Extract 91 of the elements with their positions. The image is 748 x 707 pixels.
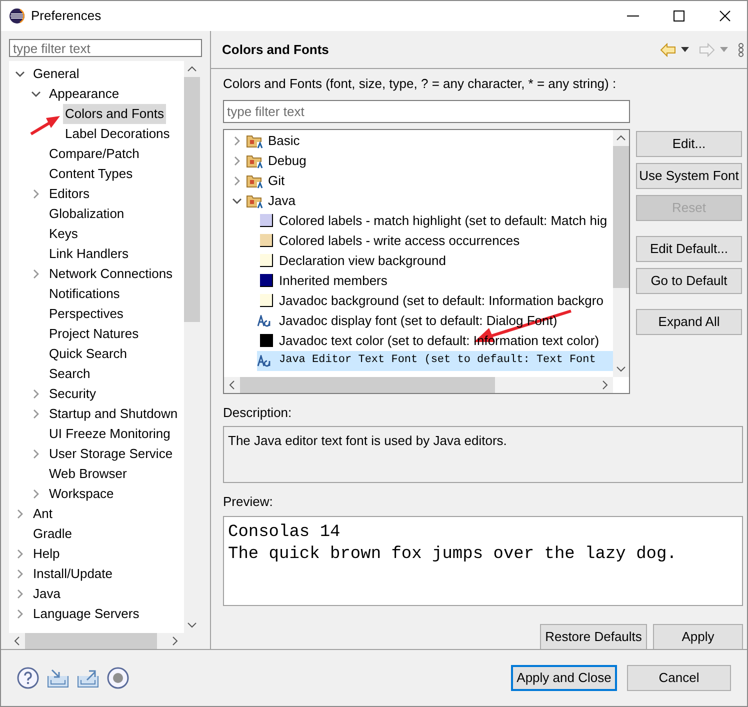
- tree-item[interactable]: Startup and Shutdown: [47, 404, 180, 424]
- expand-icon[interactable]: [31, 409, 41, 419]
- tree-item[interactable]: Perspectives: [47, 304, 126, 324]
- preview-label: Preview:: [223, 493, 274, 511]
- tree-item[interactable]: Network Connections: [47, 264, 175, 284]
- expand-icon[interactable]: [31, 489, 41, 499]
- window-title: Preferences: [31, 7, 102, 26]
- expand-icon[interactable]: [15, 509, 25, 519]
- tree-item[interactable]: Editors: [47, 184, 92, 204]
- action-button[interactable]: Use System Font: [636, 162, 742, 188]
- collapse-icon[interactable]: [15, 69, 25, 79]
- tree-item[interactable]: Java: [31, 584, 62, 604]
- filter-field[interactable]: type filter text: [223, 100, 630, 122]
- restore-defaults-button[interactable]: Restore Defaults: [540, 624, 647, 650]
- page-title: Colors and Fonts: [222, 40, 329, 59]
- tree-item[interactable]: Java Editor Text Font (set to default: Text Font: [257, 350, 613, 370]
- tree-item[interactable]: Java: [224, 190, 613, 210]
- tree-item[interactable]: Declaration view background: [257, 250, 613, 270]
- filter-field[interactable]: type filter text: [9, 39, 202, 57]
- description-text: The Java editor text font is used by Java editors.: [228, 433, 507, 448]
- expand-icon[interactable]: [31, 269, 41, 279]
- tree-item[interactable]: Inherited members: [257, 270, 613, 290]
- preview-text: Consolas 14: [228, 522, 342, 544]
- preview-text: The quick brown fox jumps over the lazy dog.: [228, 544, 678, 566]
- tree-item[interactable]: UI Freeze Monitoring: [47, 424, 172, 444]
- vertical-scrollbar[interactable]: [613, 130, 629, 376]
- maximize-icon[interactable]: [673, 10, 685, 22]
- tree-item[interactable]: Notifications: [47, 284, 122, 304]
- folder-font-icon: [246, 132, 264, 148]
- apply-button[interactable]: Apply: [653, 624, 743, 650]
- app-logo-icon: [9, 8, 25, 24]
- tree-item[interactable]: General: [31, 64, 82, 84]
- expand-icon[interactable]: [31, 449, 41, 459]
- action-button[interactable]: Go to Default: [636, 268, 742, 294]
- dropdown-icon[interactable]: [681, 47, 689, 52]
- more-icon[interactable]: [738, 42, 744, 56]
- tree-item[interactable]: Install/Update: [31, 564, 114, 584]
- tree-item[interactable]: Git: [224, 170, 613, 190]
- tree-item[interactable]: Ant: [31, 504, 55, 524]
- record-icon[interactable]: [107, 667, 129, 689]
- expand-icon[interactable]: [15, 609, 25, 619]
- description-label: Description:: [223, 404, 293, 422]
- action-button[interactable]: Expand All: [636, 308, 742, 334]
- tree-item[interactable]: Basic: [224, 130, 613, 150]
- tree-item[interactable]: Gradle: [31, 524, 74, 544]
- action-button[interactable]: Edit Default...: [636, 236, 742, 262]
- expand-icon[interactable]: [15, 569, 25, 579]
- export-icon[interactable]: [77, 668, 99, 688]
- tree-item[interactable]: Colors and Fonts: [63, 104, 166, 124]
- tree-item[interactable]: Help: [31, 544, 62, 564]
- tree-item[interactable]: Colored labels - match highlight (set to default: Match hig: [257, 210, 613, 230]
- forward-icon[interactable]: [699, 42, 715, 56]
- tree-item[interactable]: Project Natures: [47, 324, 141, 344]
- action-button[interactable]: Edit...: [636, 130, 742, 156]
- annotation-arrow: [29, 113, 61, 137]
- import-icon[interactable]: [47, 668, 69, 688]
- tree-item[interactable]: Web Browser: [47, 464, 129, 484]
- tree-item[interactable]: Colored labels - write access occurrences: [257, 230, 613, 250]
- tree-item[interactable]: Compare/Patch: [47, 144, 142, 164]
- expand-icon[interactable]: [15, 549, 25, 559]
- tree-item[interactable]: Quick Search: [47, 344, 130, 364]
- tree-item[interactable]: User Storage Service: [47, 444, 175, 464]
- help-icon[interactable]: [17, 667, 39, 689]
- tree-item[interactable]: Link Handlers: [47, 244, 130, 264]
- tree-item[interactable]: Appearance: [47, 84, 122, 104]
- horizontal-scrollbar[interactable]: [224, 376, 613, 392]
- dialog-button[interactable]: Apply and Close: [511, 665, 617, 691]
- folder-font-icon: [246, 192, 264, 208]
- tree-item[interactable]: Debug: [224, 150, 613, 170]
- tree-item[interactable]: Javadoc background (set to default: Information backgro: [257, 290, 613, 310]
- folder-font-icon: [246, 172, 264, 188]
- collapse-icon[interactable]: [31, 89, 41, 99]
- back-icon[interactable]: [660, 42, 676, 56]
- expand-icon[interactable]: [31, 389, 41, 399]
- intro-label: Colors and Fonts (font, size, type, ? = any character, * = any string) :: [223, 75, 618, 93]
- tree-item[interactable]: Keys: [47, 224, 80, 244]
- tree-item[interactable]: Workspace: [47, 484, 116, 504]
- folder-font-icon: [246, 152, 264, 168]
- collapse-icon[interactable]: [232, 196, 242, 206]
- expand-icon[interactable]: [31, 189, 41, 199]
- expand-icon[interactable]: [15, 589, 25, 599]
- tree-item[interactable]: Security: [47, 384, 98, 404]
- tree-item[interactable]: Javadoc text color (set to default: Information text color): [257, 330, 613, 350]
- tree-item[interactable]: Search: [47, 364, 92, 384]
- dialog-button[interactable]: Cancel: [627, 665, 731, 691]
- minimize-icon[interactable]: [627, 15, 639, 17]
- tree-item[interactable]: Globalization: [47, 204, 126, 224]
- close-icon[interactable]: [719, 10, 731, 22]
- tree-item[interactable]: Content Types: [47, 164, 135, 184]
- tree-item[interactable]: Language Servers: [31, 604, 142, 624]
- tree-item[interactable]: Label Decorations: [63, 124, 172, 144]
